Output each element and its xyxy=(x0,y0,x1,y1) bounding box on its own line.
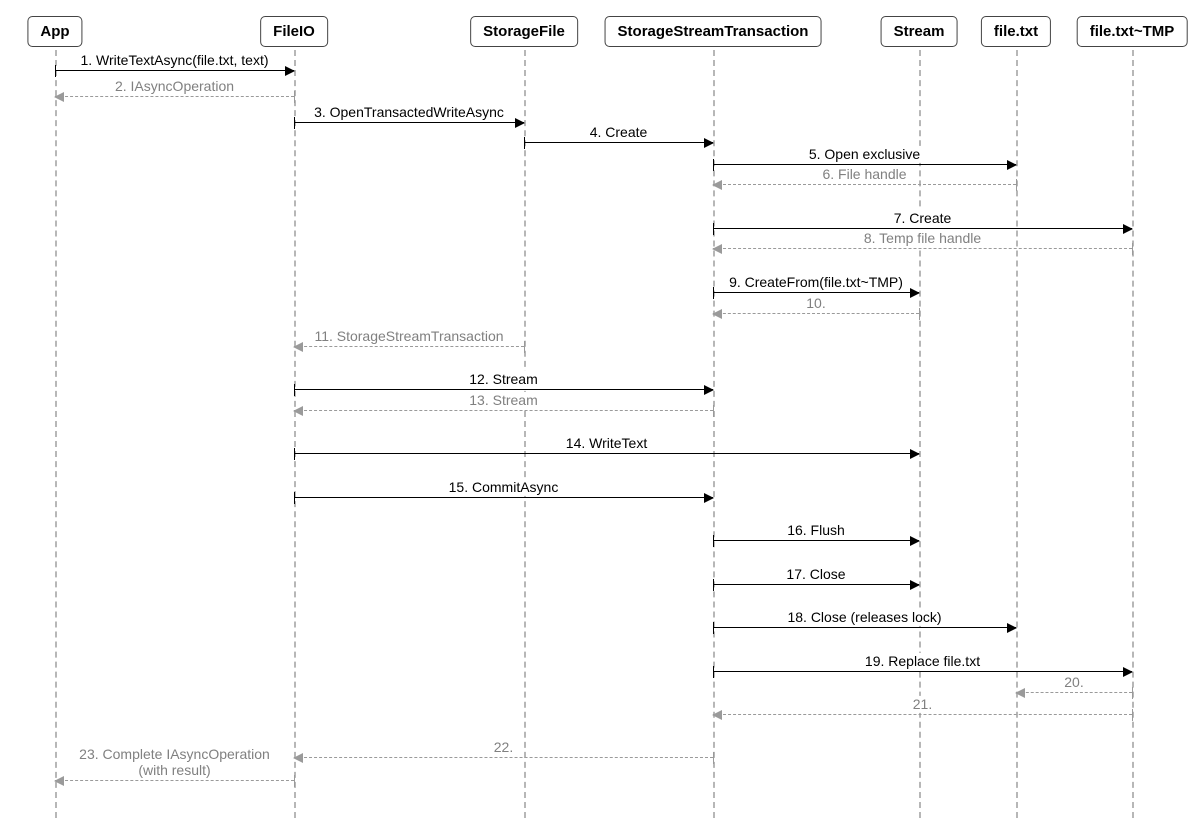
participant-app: App xyxy=(27,16,82,47)
message-4-label: 4. Create xyxy=(585,124,653,141)
participant-stream: Stream xyxy=(881,16,958,47)
message-13-arrow xyxy=(294,410,713,411)
message-18-arrow xyxy=(713,627,1016,628)
message-22-label: 22. xyxy=(489,739,518,756)
message-7-arrow xyxy=(713,228,1132,229)
message-23-label: 23. Complete IAsyncOperation(with result… xyxy=(74,746,275,779)
message-11-arrow xyxy=(294,346,524,347)
message-21-label: 21. xyxy=(908,696,937,713)
participant-fileio: FileIO xyxy=(260,16,328,47)
message-15-arrow xyxy=(294,497,713,498)
lifeline-app xyxy=(55,50,57,818)
message-16-arrow xyxy=(713,540,919,541)
message-14-label: 14. WriteText xyxy=(561,435,652,452)
message-10-arrow xyxy=(713,313,919,314)
message-6-label: 6. File handle xyxy=(817,166,911,183)
message-13-label: 13. Stream xyxy=(464,392,542,409)
message-19-label: 19. Replace file.txt xyxy=(860,653,985,670)
message-12-arrow xyxy=(294,389,713,390)
message-11-label: 11. StorageStreamTransaction xyxy=(309,328,508,345)
message-15-label: 15. CommitAsync xyxy=(444,479,564,496)
participant-sfile: StorageFile xyxy=(470,16,578,47)
sequence-diagram: App FileIO StorageFile StorageStreamTransac… xyxy=(0,0,1200,828)
message-1-label: 1. WriteTextAsync(file.txt, text) xyxy=(75,52,273,69)
message-22-arrow xyxy=(294,757,713,758)
participant-tmp: file.txt~TMP xyxy=(1077,16,1188,47)
lifeline-sfile xyxy=(524,50,526,818)
message-12-label: 12. Stream xyxy=(464,371,542,388)
lifeline-fileio xyxy=(294,50,296,818)
participant-f: file.txt xyxy=(981,16,1051,47)
message-20-label: 20. xyxy=(1059,674,1088,691)
message-2-arrow xyxy=(55,96,294,97)
message-2-label: 2. IAsyncOperation xyxy=(110,78,239,95)
message-8-label: 8. Temp file handle xyxy=(859,230,986,247)
lifeline-tmp xyxy=(1132,50,1134,818)
message-3-arrow xyxy=(294,122,524,123)
message-8-arrow xyxy=(713,248,1132,249)
message-20-arrow xyxy=(1016,692,1132,693)
message-9-label: 9. CreateFrom(file.txt~TMP) xyxy=(724,274,908,291)
message-10-label: 10. xyxy=(801,295,830,312)
message-14-arrow xyxy=(294,453,919,454)
message-23-arrow xyxy=(55,780,294,781)
message-18-label: 18. Close (releases lock) xyxy=(782,609,946,626)
message-1-arrow xyxy=(55,70,294,71)
message-21-arrow xyxy=(713,714,1132,715)
message-17-arrow xyxy=(713,584,919,585)
message-7-label: 7. Create xyxy=(889,210,957,227)
participant-sst: StorageStreamTransaction xyxy=(605,16,822,47)
message-3-label: 3. OpenTransactedWriteAsync xyxy=(309,104,509,121)
message-6-arrow xyxy=(713,184,1016,185)
message-4-arrow xyxy=(524,142,713,143)
message-16-label: 16. Flush xyxy=(782,522,850,539)
message-5-arrow xyxy=(713,164,1016,165)
message-5-label: 5. Open exclusive xyxy=(804,146,925,163)
message-17-label: 17. Close xyxy=(781,566,850,583)
message-19-arrow xyxy=(713,671,1132,672)
message-9-arrow xyxy=(713,292,919,293)
